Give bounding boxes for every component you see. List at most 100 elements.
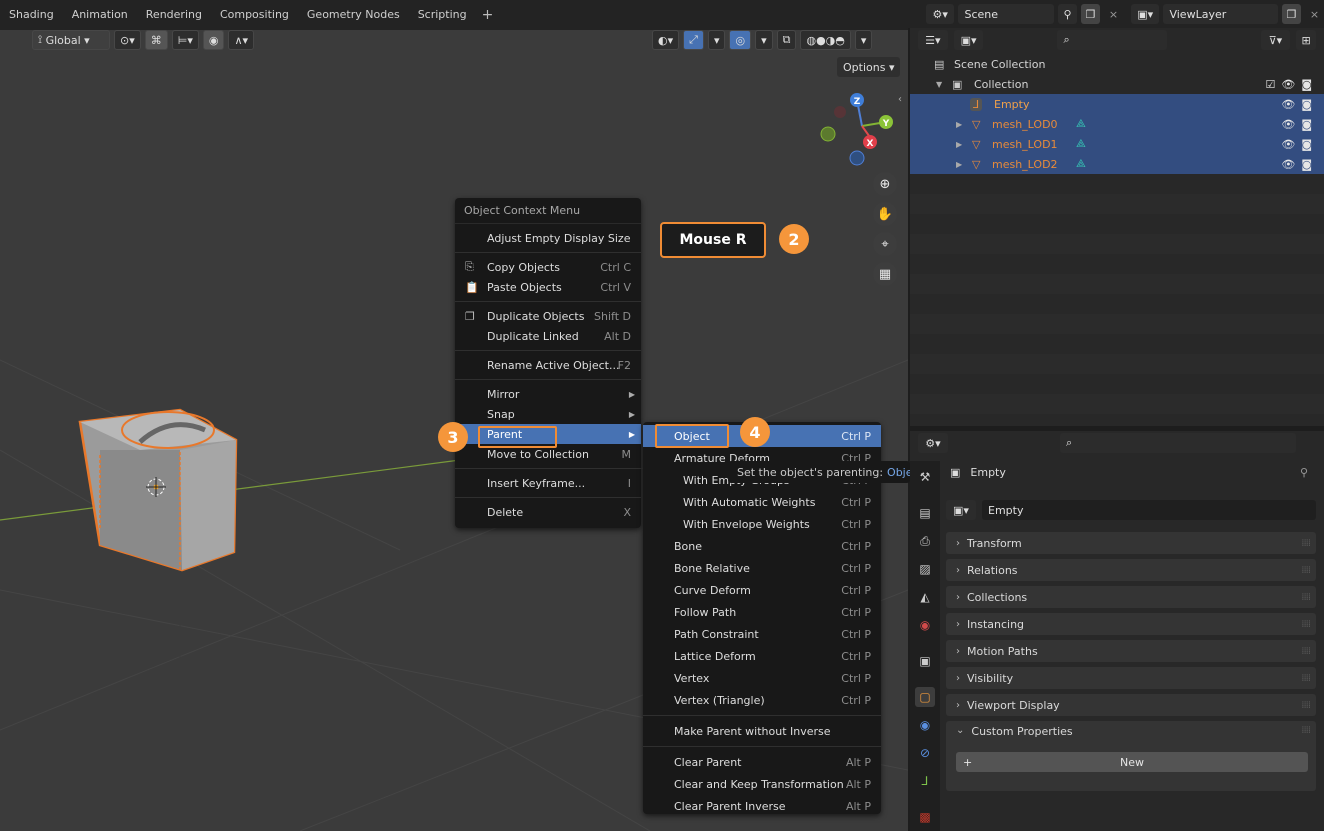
close-icon[interactable]: × (1104, 4, 1123, 24)
mesh-data-icon[interactable]: ⟁ (1076, 117, 1086, 131)
pin-icon[interactable]: ⚲ (1058, 4, 1078, 24)
expand-arrow-icon[interactable]: ▶ (956, 140, 962, 149)
physics-tab-icon[interactable]: ◉ (915, 715, 935, 735)
camera-icon[interactable]: ⌖ (873, 232, 897, 256)
scene-tab-icon[interactable]: ◭ (915, 587, 935, 607)
drag-grip-icon[interactable]: ⁞⁞⁞⁞ (1301, 646, 1311, 657)
panel-motion-paths[interactable]: › Motion Paths ⁞⁞⁞⁞ (946, 640, 1316, 662)
shading-modes[interactable]: ◍●◑◓ (800, 30, 851, 50)
submenu-clear-parent-inverse[interactable]: Clear Parent Inverse Alt P (643, 795, 881, 817)
add-workspace-icon[interactable]: + (476, 7, 500, 23)
drag-grip-icon[interactable]: ⁞⁞⁞⁞ (1301, 592, 1311, 603)
expand-arrow-icon[interactable]: ▶ (956, 160, 962, 169)
menu-duplicate-objects[interactable]: ❐ Duplicate Objects Shift D (455, 306, 641, 326)
menu-adjust-empty-display-size[interactable]: Adjust Empty Display Size (455, 228, 641, 248)
new-scene-icon[interactable]: ❐ (1081, 4, 1100, 24)
visibility-dropdown[interactable]: ◐▾ (652, 30, 680, 50)
eye-icon[interactable]: 👁 (1281, 138, 1295, 151)
camera-render-icon[interactable]: ◙ (1301, 138, 1312, 151)
submenu-curve-deform[interactable]: Curve Deform Ctrl P (643, 579, 881, 601)
menu-rename-active-object[interactable]: Rename Active Object... F2 (455, 355, 641, 375)
viewlayer-name-field[interactable]: ViewLayer (1163, 4, 1279, 24)
tab-shading[interactable]: Shading (0, 0, 63, 30)
menu-snap[interactable]: Snap ▶ (455, 404, 641, 424)
submenu-with-envelope-weights[interactable]: With Envelope Weights Ctrl P (643, 513, 881, 535)
orientation-dropdown[interactable]: ⟟ Global ▾ (32, 30, 110, 50)
tool-tab-icon[interactable]: ⚒ (915, 467, 935, 487)
shading-dropdown[interactable]: ▾ (854, 30, 873, 50)
outliner-row-mesh-lod0[interactable]: ▶ ▽ mesh_LOD0 ⟁ 👁 ◙ (910, 114, 1324, 134)
menu-delete[interactable]: Delete X (455, 502, 641, 522)
tab-rendering[interactable]: Rendering (137, 0, 211, 30)
properties-search-input[interactable]: ⌕ (1060, 433, 1296, 453)
submenu-make-parent-without-inverse[interactable]: Make Parent without Inverse (643, 720, 881, 742)
options-dropdown[interactable]: Options ▾ (837, 57, 901, 77)
drag-grip-icon[interactable]: ⁞⁞⁞⁞ (1301, 725, 1311, 736)
submenu-lattice-deform[interactable]: Lattice Deform Ctrl P (643, 645, 881, 667)
mesh-data-icon[interactable]: ⟁ (1076, 157, 1086, 171)
submenu-vertex[interactable]: Vertex Ctrl P (643, 667, 881, 689)
expand-arrow-icon[interactable]: ▶ (956, 120, 962, 129)
scene-name-field[interactable]: Scene (958, 4, 1055, 24)
view-layer-tab-icon[interactable]: ▨ (915, 559, 935, 579)
mesh-data-icon[interactable]: ⟁ (1076, 137, 1086, 151)
pan-hand-icon[interactable]: ✋ (873, 202, 897, 226)
menu-insert-keyframe[interactable]: Insert Keyframe... I (455, 473, 641, 493)
submenu-bone[interactable]: Bone Ctrl P (643, 535, 881, 557)
properties-editor-type-icon[interactable]: ⚙▾ (918, 433, 948, 453)
new-collection-icon[interactable]: ⊞ (1296, 30, 1317, 50)
sidebar-toggle-icon[interactable]: ‹ (898, 94, 902, 105)
close-viewlayer-icon[interactable]: × (1305, 4, 1324, 24)
texture-tab-icon[interactable]: ▩ (915, 807, 935, 827)
zoom-icon[interactable]: ⊕ (873, 172, 897, 196)
output-tab-icon[interactable]: ⎙ (915, 531, 935, 551)
outliner-row-mesh-lod1[interactable]: ▶ ▽ mesh_LOD1 ⟁ 👁 ◙ (910, 134, 1324, 154)
eye-icon[interactable]: 👁 (1281, 158, 1295, 171)
menu-paste-objects[interactable]: 📋 Paste Objects Ctrl V (455, 277, 641, 297)
scene-selector-icon[interactable]: ⚙▾ (926, 4, 955, 24)
pivot-dropdown[interactable]: ⊙▾ (114, 30, 141, 50)
render-tab-icon[interactable]: ▤ (915, 503, 935, 523)
outliner-collection[interactable]: ▼ ▣ Collection ☑ 👁 ◙ (910, 74, 1324, 94)
camera-render-icon[interactable]: ◙ (1301, 118, 1312, 131)
outliner-search-input[interactable]: ⌕ (1057, 30, 1167, 50)
drag-grip-icon[interactable]: ⁞⁞⁞⁞ (1301, 700, 1311, 711)
submenu-clear-parent[interactable]: Clear Parent Alt P (643, 751, 881, 773)
object-name-field[interactable]: Empty (982, 500, 1316, 520)
submenu-clear-and-keep-transformation[interactable]: Clear and Keep Transformation Alt P (643, 773, 881, 795)
panel-transform[interactable]: › Transform ⁞⁞⁞⁞ (946, 532, 1316, 554)
camera-render-icon[interactable]: ◙ (1301, 98, 1312, 111)
submenu-bone-relative[interactable]: Bone Relative Ctrl P (643, 557, 881, 579)
gizmo-dropdown[interactable]: ▾ (707, 30, 726, 50)
tab-scripting[interactable]: Scripting (409, 0, 476, 30)
object-type-dropdown[interactable]: ▣▾ (946, 500, 976, 520)
drag-grip-icon[interactable]: ⁞⁞⁞⁞ (1301, 673, 1311, 684)
filter-icon[interactable]: ⊽▾ (1260, 30, 1291, 50)
collapse-arrow-icon[interactable]: ▼ (936, 80, 942, 89)
outliner-row-empty[interactable]: ⅃ Empty 👁 ◙ (910, 94, 1324, 114)
eye-icon[interactable]: 👁 (1281, 98, 1295, 111)
new-property-button[interactable]: + New (956, 752, 1308, 772)
gizmo-toggle[interactable]: ⤢ (683, 30, 704, 50)
editor-type-icon[interactable]: ☰▾ (918, 30, 948, 50)
world-tab-icon[interactable]: ◉ (915, 615, 935, 635)
panel-viewport-display[interactable]: › Viewport Display ⁞⁞⁞⁞ (946, 694, 1316, 716)
panel-collections[interactable]: › Collections ⁞⁞⁞⁞ (946, 586, 1316, 608)
tab-animation[interactable]: Animation (63, 0, 137, 30)
camera-render-icon[interactable]: ◙ (1301, 78, 1312, 91)
xray-toggle[interactable]: ⧉ (776, 30, 797, 50)
snap-toggle[interactable]: ⌘ (144, 30, 168, 50)
eye-icon[interactable]: 👁 (1281, 78, 1295, 91)
object-tab-icon[interactable]: ▢ (915, 687, 935, 707)
submenu-vertex-triangle[interactable]: Vertex (Triangle) Ctrl P (643, 689, 881, 711)
overlay-toggle[interactable]: ◎ (729, 30, 752, 50)
drag-grip-icon[interactable]: ⁞⁞⁞⁞ (1301, 565, 1311, 576)
menu-mirror[interactable]: Mirror ▶ (455, 384, 641, 404)
perspective-grid-icon[interactable]: ▦ (873, 262, 897, 286)
tab-compositing[interactable]: Compositing (211, 0, 298, 30)
collection-tab-icon[interactable]: ▣ (915, 651, 935, 671)
display-mode-icon[interactable]: ▣▾ (953, 30, 984, 50)
tab-geometry-nodes[interactable]: Geometry Nodes (298, 0, 409, 30)
new-viewlayer-icon[interactable]: ❐ (1282, 4, 1301, 24)
submenu-follow-path[interactable]: Follow Path Ctrl P (643, 601, 881, 623)
